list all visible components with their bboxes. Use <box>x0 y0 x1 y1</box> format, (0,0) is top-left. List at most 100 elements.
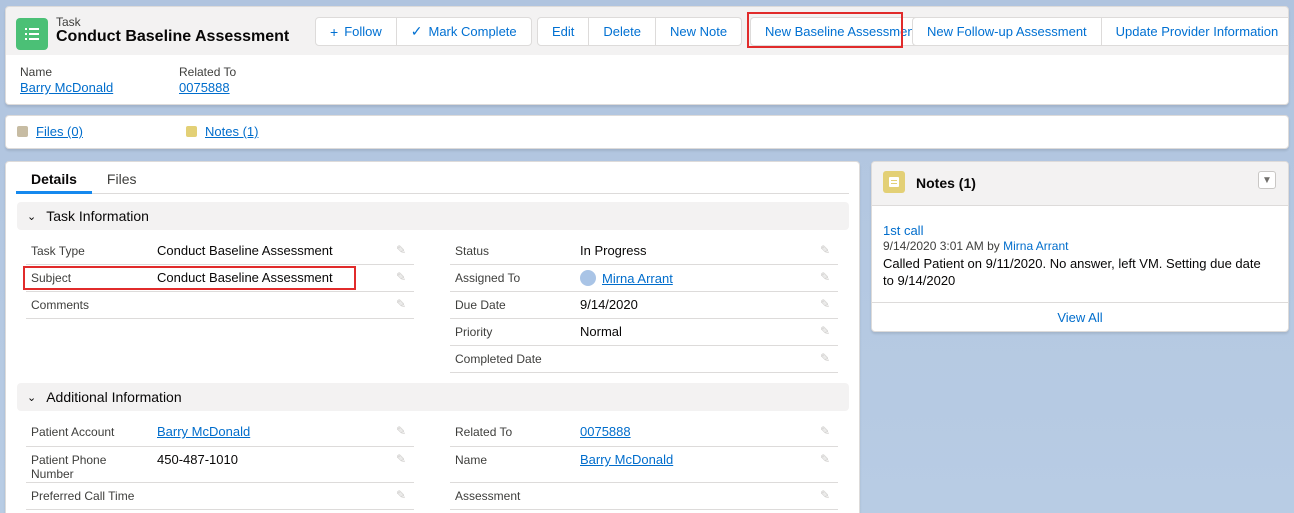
edit-pencil-icon[interactable]: ✎ <box>396 243 410 257</box>
new-baseline-assessment-button[interactable]: New Baseline Assessment <box>750 17 934 46</box>
update-provider-label: Update Provider Information <box>1115 24 1279 39</box>
field-comments: Comments ✎ <box>26 292 414 319</box>
files-icon <box>17 126 28 137</box>
avatar <box>580 270 596 286</box>
edit-pencil-icon[interactable]: ✎ <box>820 297 834 311</box>
edit-pencil-icon[interactable]: ✎ <box>820 270 834 284</box>
note-author-link[interactable]: Mirna Arrant <box>1003 239 1068 253</box>
files-related-item[interactable]: Files (0) <box>17 124 83 139</box>
edit-label: Edit <box>552 24 575 39</box>
plus-icon: + <box>330 23 339 40</box>
header-related-link[interactable]: 0075888 <box>179 80 230 95</box>
field-value: 450-487-1010 <box>157 452 238 467</box>
tab-details[interactable]: Details <box>16 170 92 194</box>
new-baseline-label: New Baseline Assessment <box>765 24 919 39</box>
field-label: Preferred Call Time <box>31 489 135 503</box>
field-label: Status <box>455 244 490 258</box>
field-due-date: Due Date 9/14/2020 ✎ <box>450 292 838 319</box>
more-actions-group: New Follow-up Assessment Update Provider… <box>912 17 1288 46</box>
field-task-type: Task Type Conduct Baseline Assessment ✎ <box>26 238 414 265</box>
new-note-label: New Note <box>669 24 728 39</box>
related-to-link[interactable]: 0075888 <box>580 424 631 439</box>
field-name: Name Barry McDonald ✎ <box>450 447 838 483</box>
action-group: Edit Delete New Note <box>537 17 743 46</box>
object-type-label: Task <box>56 15 81 29</box>
new-followup-label: New Follow-up Assessment <box>927 24 1087 39</box>
notes-icon <box>186 126 197 137</box>
details-card: Details Files ⌄ Task Information Task Ty… <box>5 161 860 513</box>
field-label: Assigned To <box>455 271 521 285</box>
section-additional-information[interactable]: ⌄ Additional Information <box>17 383 849 411</box>
notes-related-item[interactable]: Notes (1) <box>186 124 258 139</box>
edit-pencil-icon[interactable]: ✎ <box>396 270 410 284</box>
edit-pencil-icon[interactable]: ✎ <box>820 324 834 338</box>
notes-link[interactable]: Notes (1) <box>205 124 258 139</box>
edit-pencil-icon[interactable]: ✎ <box>820 243 834 257</box>
follow-button[interactable]: + Follow <box>315 17 397 46</box>
follow-complete-group: + Follow ✓ Mark Complete <box>315 17 532 46</box>
task-icon <box>16 18 48 50</box>
mark-complete-button[interactable]: ✓ Mark Complete <box>395 17 532 46</box>
edit-pencil-icon[interactable]: ✎ <box>396 452 410 466</box>
field-label: Patient Phone Number <box>31 453 107 481</box>
edit-pencil-icon[interactable]: ✎ <box>820 351 834 365</box>
delete-button[interactable]: Delete <box>588 17 656 46</box>
field-assigned-to: Assigned To Mirna Arrant ✎ <box>450 265 838 292</box>
chevron-down-icon: ⌄ <box>27 391 37 404</box>
update-provider-button[interactable]: Update Provider Information <box>1100 17 1288 46</box>
field-value: 9/14/2020 <box>580 297 638 312</box>
name-link[interactable]: Barry McDonald <box>580 452 673 467</box>
note-title-link[interactable]: 1st call <box>883 223 923 238</box>
field-label: Comments <box>31 298 90 312</box>
field-patient-phone: Patient Phone Number 450-487-1010 ✎ <box>26 447 414 483</box>
field-priority: Priority Normal ✎ <box>450 319 838 346</box>
section-title: Additional Information <box>46 389 182 405</box>
edit-button[interactable]: Edit <box>537 17 590 46</box>
field-subject: Subject Conduct Baseline Assessment ✎ <box>26 265 414 292</box>
patient-account-link[interactable]: Barry McDonald <box>157 424 250 439</box>
field-label: Priority <box>455 325 493 339</box>
edit-pencil-icon[interactable]: ✎ <box>820 452 834 466</box>
edit-pencil-icon[interactable]: ✎ <box>396 297 410 311</box>
field-label: Patient Account <box>31 425 115 439</box>
files-link[interactable]: Files (0) <box>36 124 83 139</box>
header-name-label: Name <box>20 65 53 79</box>
field-value: In Progress <box>580 243 647 258</box>
field-label: Completed Date <box>455 352 542 366</box>
follow-label: Follow <box>344 24 382 39</box>
checkmark-icon: ✓ <box>410 23 423 39</box>
note-meta: 9/14/2020 3:01 AM by Mirna Arrant <box>883 239 1068 253</box>
field-label: Due Date <box>455 298 506 312</box>
field-label: Name <box>455 453 488 467</box>
field-patient-account: Patient Account Barry McDonald ✎ <box>26 419 414 447</box>
new-followup-assessment-button[interactable]: New Follow-up Assessment <box>912 17 1102 46</box>
edit-pencil-icon[interactable]: ✎ <box>820 488 834 502</box>
field-value: Conduct Baseline Assessment <box>157 270 333 285</box>
dropdown-icon[interactable]: ▼ <box>1258 171 1276 189</box>
section-task-information[interactable]: ⌄ Task Information <box>17 202 849 230</box>
header-name-link[interactable]: Barry McDonald <box>20 80 113 95</box>
note-body: Called Patient on 9/11/2020. No answer, … <box>883 256 1261 288</box>
delete-label: Delete <box>603 24 641 39</box>
edit-pencil-icon[interactable]: ✎ <box>396 424 410 438</box>
view-all-link[interactable]: View All <box>1057 310 1102 325</box>
new-note-button[interactable]: New Note <box>654 17 743 46</box>
assigned-user-link[interactable]: Mirna Arrant <box>602 271 673 286</box>
field-status: Status In Progress ✎ <box>450 238 838 265</box>
field-label: Related To <box>455 425 513 439</box>
section-title: Task Information <box>46 208 149 224</box>
note-date: 9/14/2020 3:01 AM by <box>883 239 1000 253</box>
edit-pencil-icon[interactable]: ✎ <box>820 424 834 438</box>
field-value: Normal <box>580 324 622 339</box>
page-title: Conduct Baseline Assessment <box>56 28 290 45</box>
edit-pencil-icon[interactable]: ✎ <box>396 488 410 502</box>
note-icon <box>883 171 905 193</box>
assessment-button-wrap: New Baseline Assessment <box>750 17 934 46</box>
field-value: Conduct Baseline Assessment <box>157 243 333 258</box>
notes-card: Notes (1) ▼ 1st call 9/14/2020 3:01 AM b… <box>871 161 1289 332</box>
field-label: Subject <box>31 271 72 285</box>
field-preferred-call-time: Preferred Call Time ✎ <box>26 483 414 510</box>
field-completed-date: Completed Date ✎ <box>450 346 838 373</box>
field-related-to: Related To 0075888 ✎ <box>450 419 838 447</box>
tab-files[interactable]: Files <box>92 170 152 194</box>
